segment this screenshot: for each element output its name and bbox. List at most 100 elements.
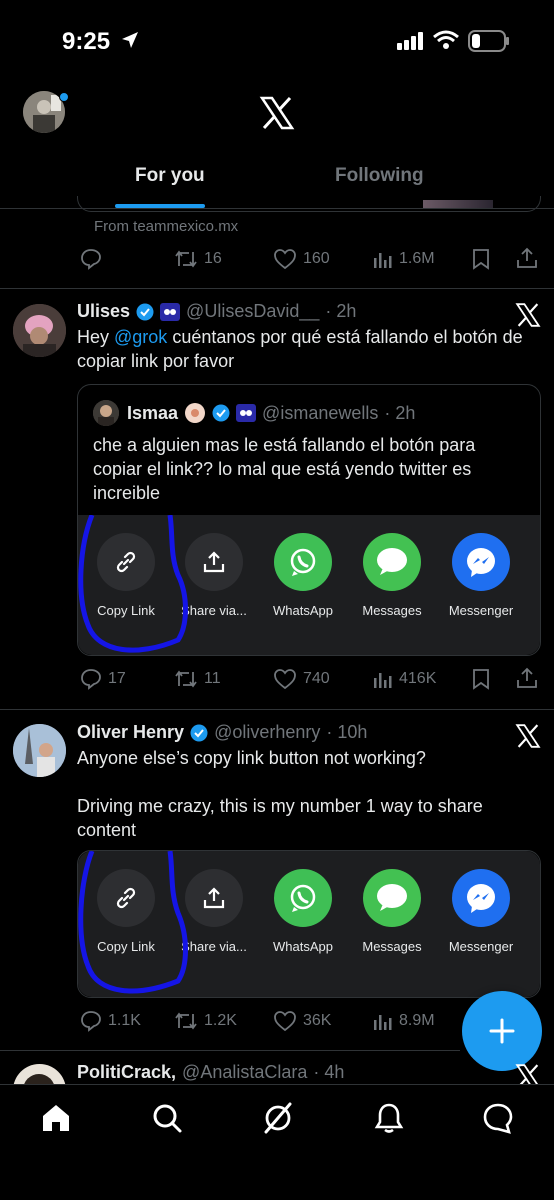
share-label: Messenger <box>448 939 514 954</box>
share-sheet-image: Copy Link Share via... WhatsApp Messages… <box>78 515 540 655</box>
author-name[interactable]: PolitiCrack, <box>77 1062 176 1083</box>
views-icon <box>373 248 393 270</box>
tweet-text: Hey @grok cuéntanos por qué está falland… <box>77 325 547 373</box>
reply-icon <box>80 668 102 690</box>
verified-badge-icon <box>212 404 230 422</box>
quote-header: Ismaa @ismanewells · 2h <box>127 402 415 424</box>
tweet-header: PolitiCrack, @AnalistaClara · 4h <box>77 1062 344 1083</box>
views-count: 8.9M <box>399 1012 435 1029</box>
heart-icon <box>273 668 297 690</box>
share-icon[interactable] <box>516 667 538 689</box>
notification-dot <box>59 92 69 102</box>
messages-nav-icon[interactable] <box>482 1102 514 1134</box>
like-button[interactable]: 740 <box>273 668 330 690</box>
views-count: 1.6M <box>399 250 435 267</box>
share-option-messages: Messages <box>347 869 437 954</box>
share-label: WhatsApp <box>273 939 333 954</box>
game-controller-icon <box>236 404 257 422</box>
author-handle[interactable]: @oliverhenry <box>214 722 320 743</box>
tweet-text-line: Driving me crazy, this is my number 1 wa… <box>77 796 483 840</box>
tab-for-you[interactable]: For you <box>135 165 205 187</box>
quote-author-name: Ismaa <box>127 402 179 423</box>
verified-badge-icon <box>136 303 154 321</box>
reply-count: 17 <box>108 670 126 687</box>
signal-icon <box>397 32 425 50</box>
messages-icon <box>363 533 421 591</box>
wifi-icon <box>433 30 459 50</box>
heart-icon <box>273 248 297 270</box>
retweet-button[interactable]: 11 <box>174 668 221 690</box>
reply-count: 1.1K <box>108 1012 141 1029</box>
retweet-icon <box>174 248 198 270</box>
author-handle[interactable]: @AnalistaClara <box>182 1062 307 1083</box>
views-button[interactable]: 1.6M <box>373 248 435 270</box>
notifications-icon[interactable] <box>373 1102 405 1134</box>
mention-link[interactable]: @grok <box>114 327 167 347</box>
messenger-icon <box>452 869 510 927</box>
tweet-header: Ulises @UlisesDavid__ · 2h <box>77 301 356 322</box>
views-button[interactable]: 416K <box>373 668 436 690</box>
share-label: Messages <box>362 603 422 618</box>
quote-text: che a alguien mas le está fallando el bo… <box>93 435 476 503</box>
author-name[interactable]: Ulises <box>77 301 130 322</box>
views-icon <box>373 668 393 690</box>
tweet-time: · 4h <box>313 1062 345 1082</box>
retweet-icon <box>174 668 198 690</box>
like-count: 160 <box>303 250 330 267</box>
bookmark-icon[interactable] <box>471 668 491 690</box>
share-option-messages: Messages <box>347 533 437 618</box>
tab-following[interactable]: Following <box>335 165 424 187</box>
heart-icon <box>273 1010 297 1032</box>
retweet-button[interactable]: 16 <box>174 248 222 270</box>
views-button[interactable]: 8.9M <box>373 1010 435 1032</box>
quote-author-handle: @ismanewells <box>262 402 379 423</box>
share-option-whatsapp: WhatsApp <box>258 533 348 618</box>
partial-card <box>77 196 541 212</box>
messenger-icon <box>452 533 510 591</box>
like-count: 740 <box>303 670 330 687</box>
status-time: 9:25 <box>62 28 111 55</box>
share-label: Messages <box>362 939 422 954</box>
tweet-divider <box>0 1050 460 1051</box>
card-source: From teammexico.mx <box>94 218 239 235</box>
like-button[interactable]: 160 <box>273 248 330 270</box>
views-count: 416K <box>399 670 437 687</box>
battery-icon <box>468 30 510 52</box>
share-sheet-image: Copy Link Share via... WhatsApp Messages… <box>78 851 540 997</box>
share-label: WhatsApp <box>273 603 333 618</box>
quote-avatar <box>93 400 119 426</box>
reply-icon[interactable] <box>80 248 102 270</box>
retweet-icon <box>174 1010 198 1032</box>
author-name[interactable]: Oliver Henry <box>77 722 184 743</box>
whatsapp-icon <box>274 533 332 591</box>
bookmark-icon[interactable] <box>471 248 491 270</box>
like-count: 36K <box>303 1012 332 1029</box>
verified-badge-icon <box>190 724 208 742</box>
reply-button[interactable]: 17 <box>80 668 126 690</box>
author-handle[interactable]: @UlisesDavid__ <box>186 301 319 322</box>
messages-icon <box>363 869 421 927</box>
compose-button[interactable] <box>462 991 542 1071</box>
tweet-divider <box>0 709 554 710</box>
home-icon[interactable] <box>40 1102 72 1134</box>
reply-button[interactable]: 1.1K <box>80 1010 141 1032</box>
retweet-button[interactable]: 1.2K <box>174 1010 237 1032</box>
retweet-count: 16 <box>204 250 222 267</box>
share-icon[interactable] <box>516 247 538 269</box>
tweet-time: · 10h <box>326 722 368 742</box>
retweet-count: 1.2K <box>204 1012 237 1029</box>
x-logo-icon[interactable] <box>259 95 295 131</box>
like-button[interactable]: 36K <box>273 1010 331 1032</box>
bottom-nav <box>0 1084 554 1200</box>
search-icon[interactable] <box>151 1102 183 1134</box>
avatar[interactable] <box>13 724 66 777</box>
share-label: Messenger <box>448 603 514 618</box>
share-option-whatsapp: WhatsApp <box>258 869 348 954</box>
tweet-text-line: Anyone else’s copy link button not worki… <box>77 748 426 768</box>
grok-icon[interactable] <box>262 1102 294 1134</box>
avatar[interactable] <box>13 304 66 357</box>
tweet-header: Oliver Henry @oliverhenry · 10h <box>77 722 367 743</box>
flower-icon <box>184 402 206 424</box>
share-option-messenger: Messenger <box>436 533 526 618</box>
plus-icon <box>488 1017 516 1045</box>
